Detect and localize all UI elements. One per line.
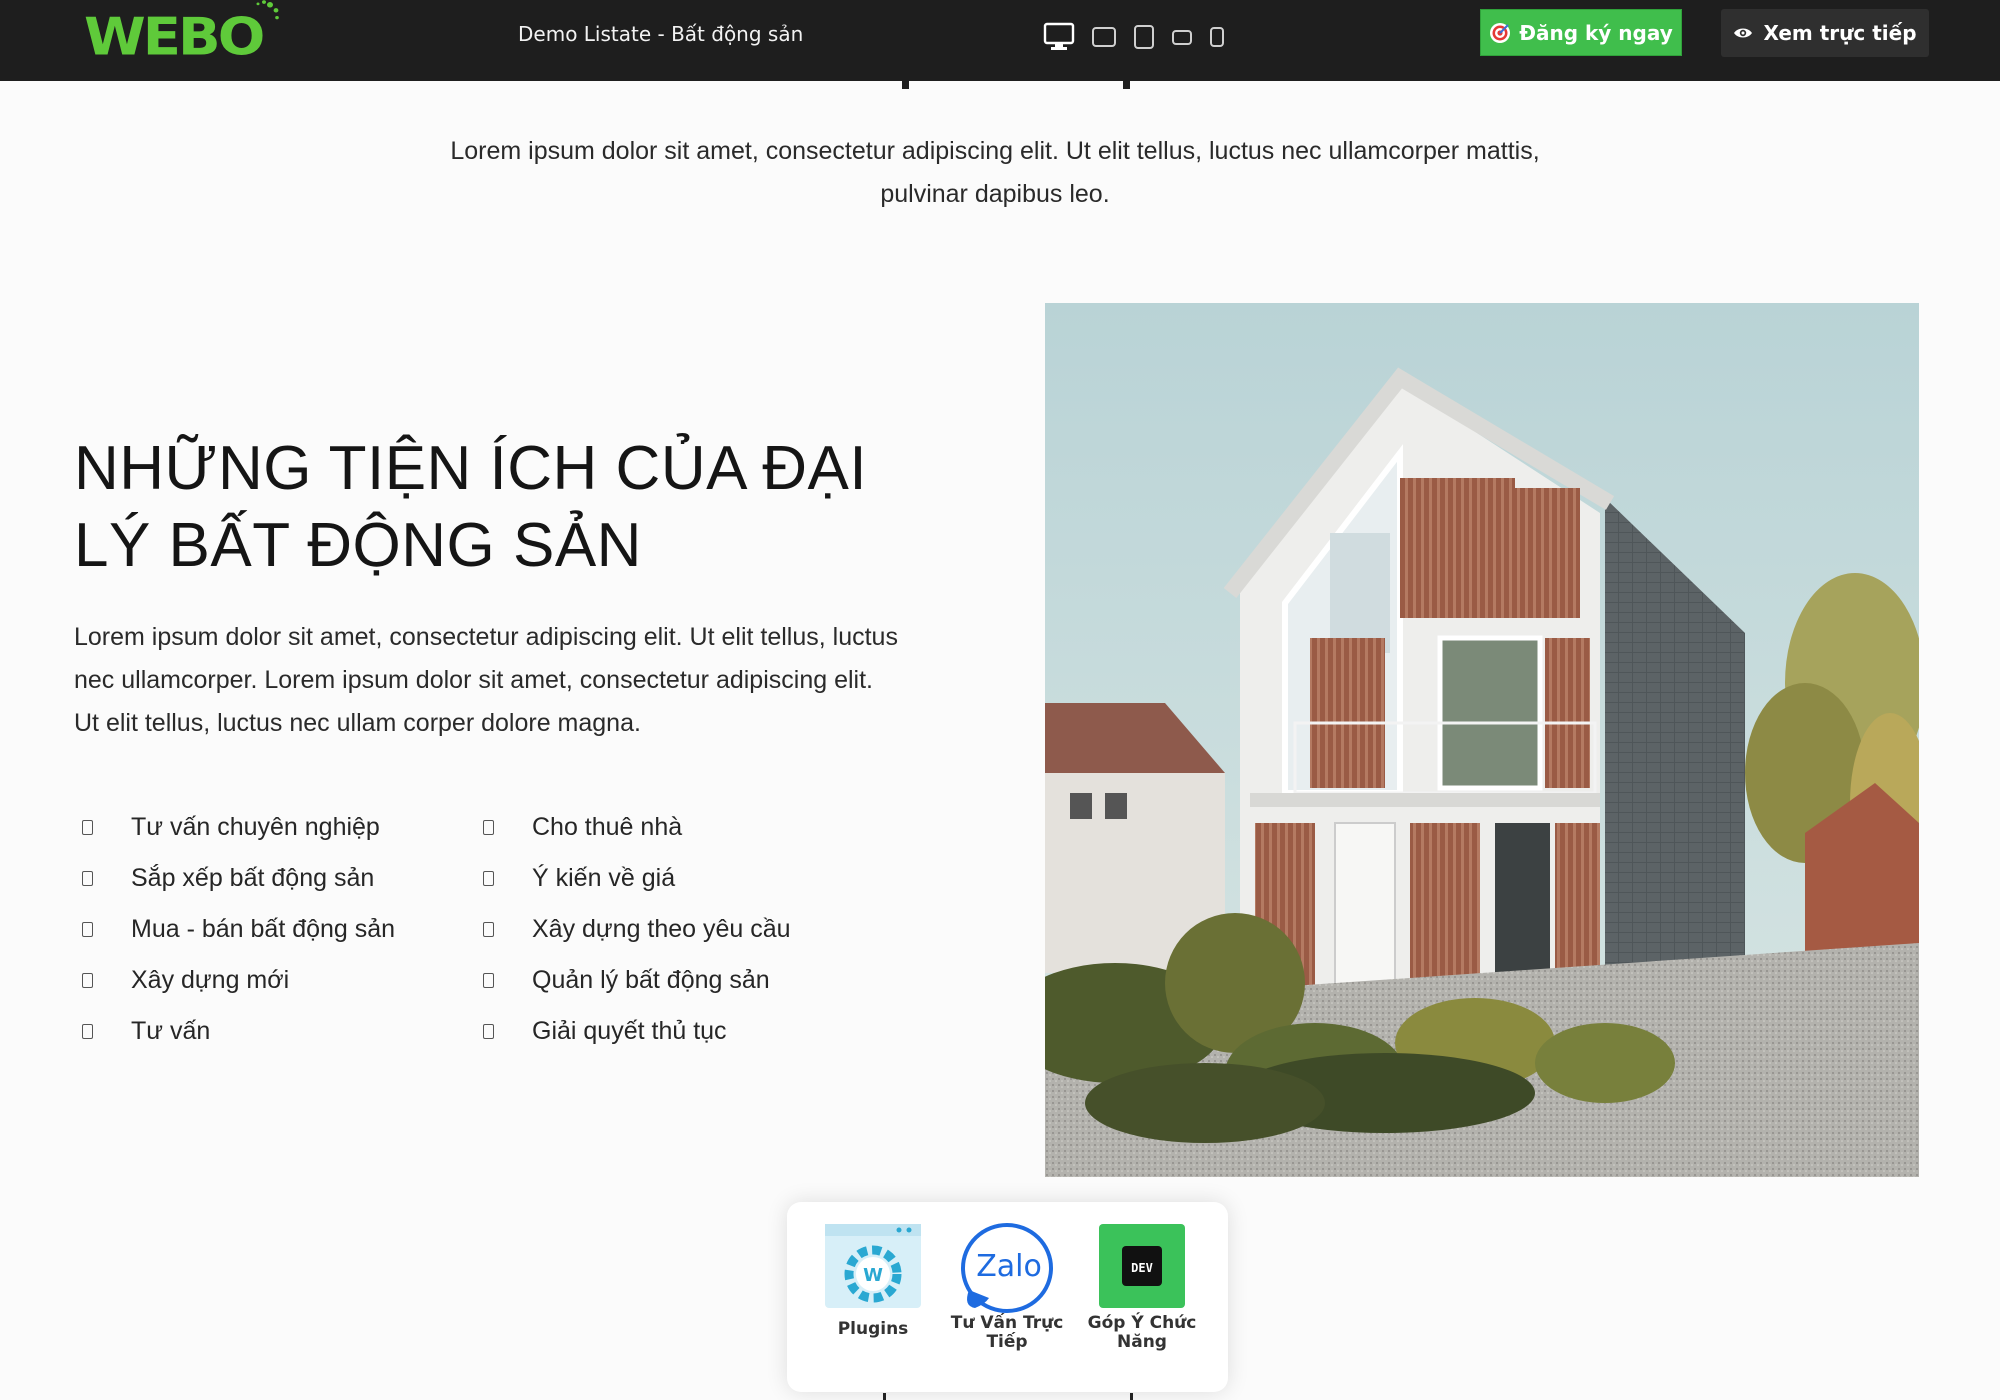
- plugins-label: Plugins: [837, 1319, 909, 1339]
- mobile-icon[interactable]: [1209, 26, 1225, 48]
- service-list-right: Cho thuê nhà Ý kiến về giá Xây dựng theo…: [475, 802, 791, 1057]
- plugins-shortcut[interactable]: W Plugins: [813, 1222, 933, 1339]
- list-item: Giải quyết thủ tục: [475, 1006, 791, 1057]
- dev-icon: DEV: [1099, 1224, 1185, 1308]
- divider-mark: [883, 1393, 886, 1400]
- list-item: Ý kiến về giá: [475, 853, 791, 904]
- live-view-button-label: Xem trực tiếp: [1763, 21, 1917, 45]
- feedback-shortcut[interactable]: DEV Góp Ý Chức Năng: [1082, 1222, 1202, 1352]
- top-bar: WEBO Demo Listate - Bất động sản Đăng ký…: [0, 0, 2000, 81]
- bullet-icon: [483, 1024, 494, 1039]
- house-photo: [1045, 303, 1919, 1177]
- list-item: Quản lý bất động sản: [475, 955, 791, 1006]
- bullet-icon: [483, 820, 494, 835]
- bullet-icon: [82, 820, 93, 835]
- feature-title: NHỮNG TIỆN ÍCH CỦA ĐẠI LÝ BẤT ĐỘNG SẢN: [74, 430, 894, 584]
- bullet-icon: [82, 871, 93, 886]
- list-item: Mua - bán bất động sản: [74, 904, 395, 955]
- list-item: Cho thuê nhà: [475, 802, 791, 853]
- list-item: Xây dựng theo yêu cầu: [475, 904, 791, 955]
- feature-title-line-2: LÝ BẤT ĐỘNG SẢN: [74, 511, 642, 580]
- logo-dots-icon: [256, 0, 280, 20]
- eye-icon: [1734, 28, 1753, 38]
- bullet-icon: [483, 871, 494, 886]
- list-item: Xây dựng mới: [74, 955, 395, 1006]
- tablet-landscape-icon[interactable]: [1171, 27, 1193, 47]
- demo-title: Demo Listate - Bất động sản: [518, 22, 804, 46]
- tablet-icon[interactable]: [1133, 24, 1155, 50]
- register-button-label: Đăng ký ngay: [1519, 20, 1673, 45]
- device-switcher: [1043, 22, 1225, 52]
- clipped-heading-mark: [1123, 81, 1130, 89]
- feature-title-line-1: NHỮNG TIỆN ÍCH CỦA ĐẠI: [74, 434, 868, 503]
- svg-text:W: W: [863, 1265, 883, 1286]
- webo-logo[interactable]: WEBO: [84, 0, 280, 68]
- bullet-icon: [483, 973, 494, 988]
- clipped-heading-mark: [902, 81, 909, 89]
- laptop-icon[interactable]: [1091, 25, 1117, 49]
- divider-mark: [1130, 1393, 1133, 1400]
- intro-text: Lorem ipsum dolor sit amet, consectetur …: [450, 137, 1540, 208]
- desktop-icon[interactable]: [1043, 22, 1075, 52]
- live-view-button[interactable]: Xem trực tiếp: [1721, 9, 1929, 57]
- zalo-icon: Zalo: [961, 1223, 1053, 1313]
- list-item: Tư vấn chuyên nghiệp: [74, 802, 395, 853]
- zalo-shortcut[interactable]: Zalo Tư Vấn Trực Tiếp: [947, 1222, 1067, 1352]
- plugins-icon: W: [825, 1224, 921, 1308]
- zalo-label: Tư Vấn Trực Tiếp: [950, 1313, 1064, 1352]
- bullet-icon: [483, 922, 494, 937]
- service-list-left: Tư vấn chuyên nghiệp Sắp xếp bất động sả…: [74, 802, 395, 1057]
- bullet-icon: [82, 922, 93, 937]
- list-item: Tư vấn: [74, 1006, 395, 1057]
- list-item: Sắp xếp bất động sản: [74, 853, 395, 904]
- feedback-label: Góp Ý Chức Năng: [1087, 1313, 1197, 1352]
- bullet-icon: [82, 973, 93, 988]
- logo-text: WEBO: [84, 7, 265, 67]
- support-widget: W Plugins Zalo Tư Vấn Trực Tiếp DEV Góp …: [787, 1202, 1228, 1392]
- register-button[interactable]: Đăng ký ngay: [1480, 9, 1682, 56]
- svg-text:Zalo: Zalo: [976, 1249, 1042, 1284]
- svg-text:DEV: DEV: [1131, 1261, 1153, 1275]
- feature-description: Lorem ipsum dolor sit amet, consectetur …: [74, 623, 898, 737]
- bullet-icon: [82, 1024, 93, 1039]
- target-icon: [1490, 22, 1511, 43]
